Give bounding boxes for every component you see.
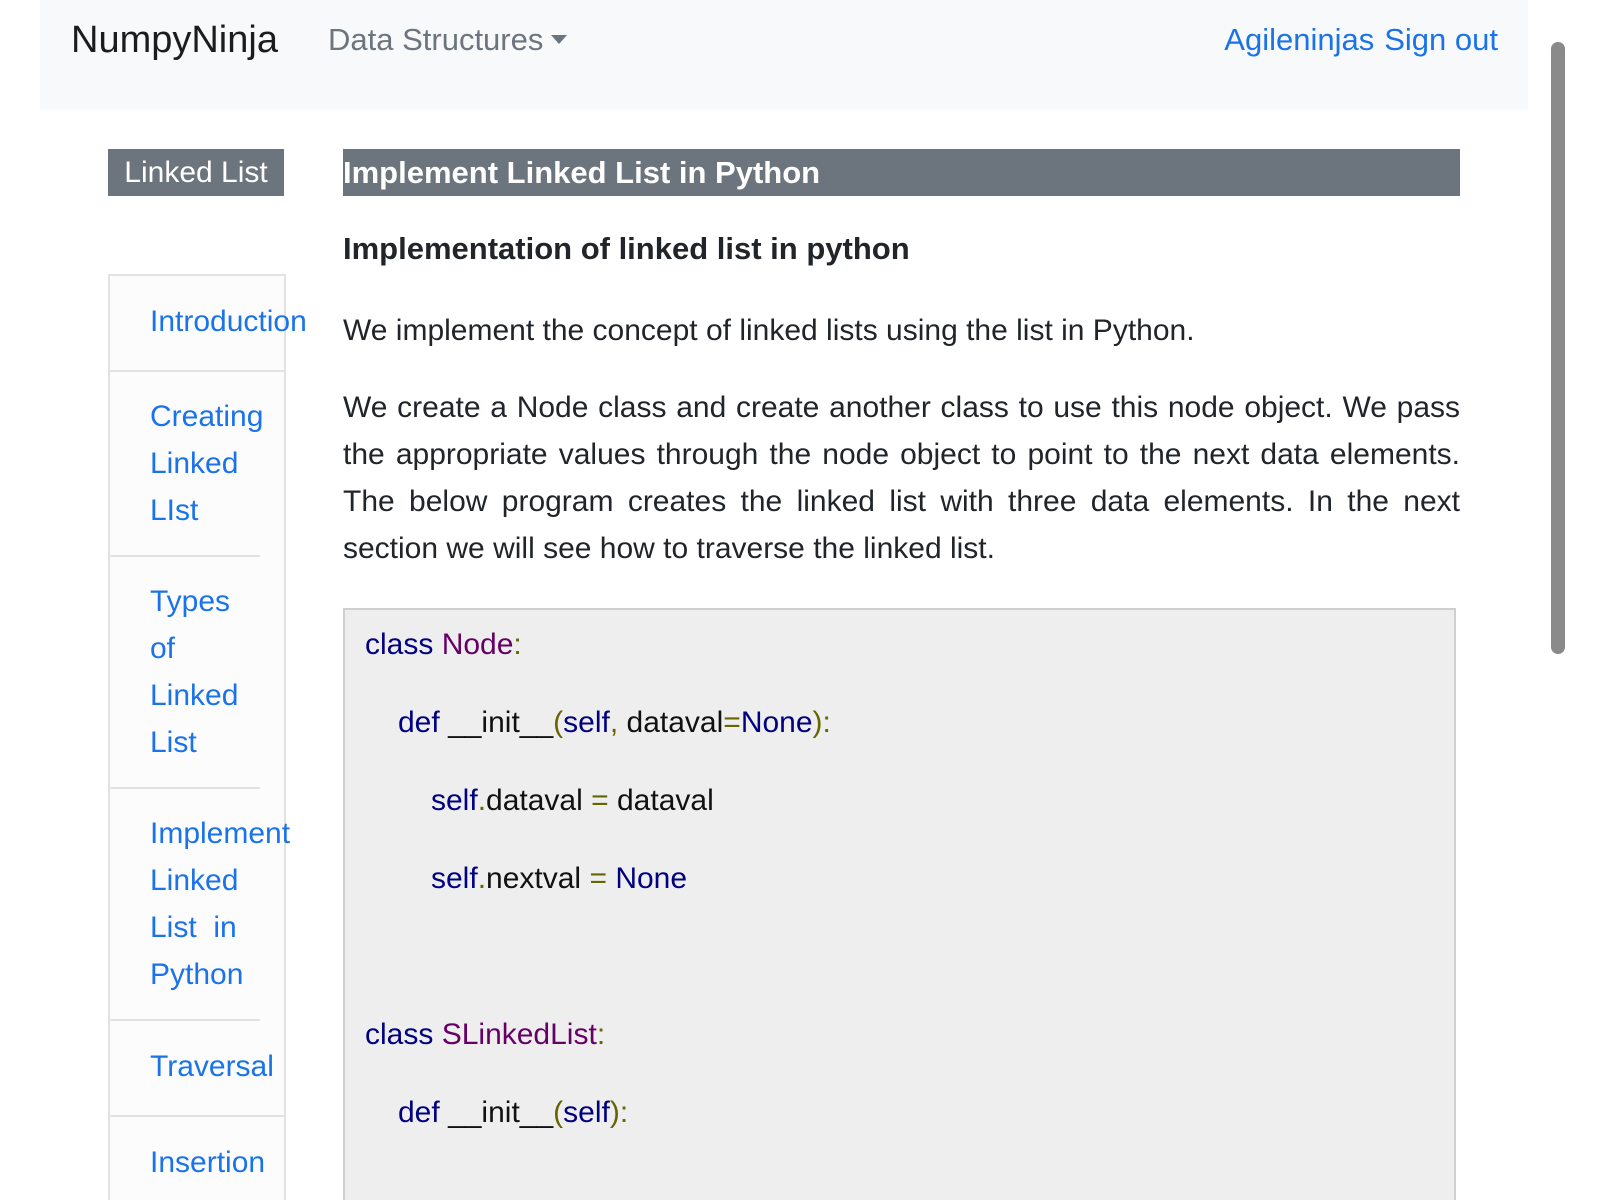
user-link[interactable]: Agileninjas: [1224, 22, 1374, 57]
navbar: NumpyNinja Data Structures Agileninjas Si…: [40, 0, 1528, 110]
sidebar-item-introduction: Introduction: [110, 276, 307, 372]
sidebar-item-creating-linked-list: Creating Linked LIst: [110, 372, 263, 557]
sidebar-link-insertion[interactable]: Insertion: [150, 1146, 265, 1179]
main-content: Implement Linked List in Python Implemen…: [343, 149, 1460, 1200]
section-heading: Implementation of linked list in python: [343, 231, 910, 266]
intro-paragraph: We implement the concept of linked lists…: [343, 314, 1195, 347]
sidebar-item-implement-linked-list: Implement Linked List in Python: [110, 789, 290, 1021]
sidebar-link-introduction[interactable]: Introduction: [150, 305, 307, 338]
code-line: class Node:: [365, 628, 522, 661]
brand-logo[interactable]: NumpyNinja: [71, 18, 278, 62]
code-line: self.nextval = None: [431, 862, 688, 895]
user-nav: Agileninjas Sign out: [1224, 20, 1498, 60]
sidebar-link-creating-linked-list[interactable]: Creating Linked LIst: [150, 393, 270, 534]
sidebar-link-types-of-linked-list[interactable]: Types of Linked List: [150, 578, 240, 766]
data-structures-dropdown[interactable]: Data Structures: [328, 20, 568, 60]
caret-down-icon: [551, 35, 568, 44]
sidebar-item-types-of-linked-list: Types of Linked List: [110, 557, 260, 789]
sidebar-link-implement-linked-list[interactable]: Implement Linked List in Python: [150, 810, 290, 998]
code-line: def __init__(self):: [398, 1096, 629, 1129]
dropdown-label: Data Structures: [328, 22, 544, 57]
page-title: Implement Linked List in Python: [343, 149, 1460, 196]
sidebar-item-insertion: Insertion: [110, 1117, 284, 1200]
code-line: class SLinkedList:: [365, 1018, 606, 1051]
sidebar-item-traversal: Traversal: [110, 1021, 284, 1117]
code-line: self.dataval = dataval: [431, 784, 714, 817]
sidebar-link-traversal[interactable]: Traversal: [150, 1050, 274, 1083]
page: NumpyNinja Data Structures Agileninjas Si…: [0, 0, 1600, 1200]
description-paragraph: We create a Node class and create anothe…: [343, 391, 1460, 565]
code-block: class Node: def __init__(self, dataval=N…: [343, 608, 1456, 1200]
sign-out-link[interactable]: Sign out: [1384, 22, 1498, 57]
scrollbar-thumb[interactable]: [1551, 42, 1565, 654]
code-line: def __init__(self, dataval=None):: [398, 706, 831, 739]
sidebar-title: Linked List: [108, 149, 284, 196]
sidebar-topic-list: Introduction Creating Linked LIst Types …: [108, 274, 307, 1200]
